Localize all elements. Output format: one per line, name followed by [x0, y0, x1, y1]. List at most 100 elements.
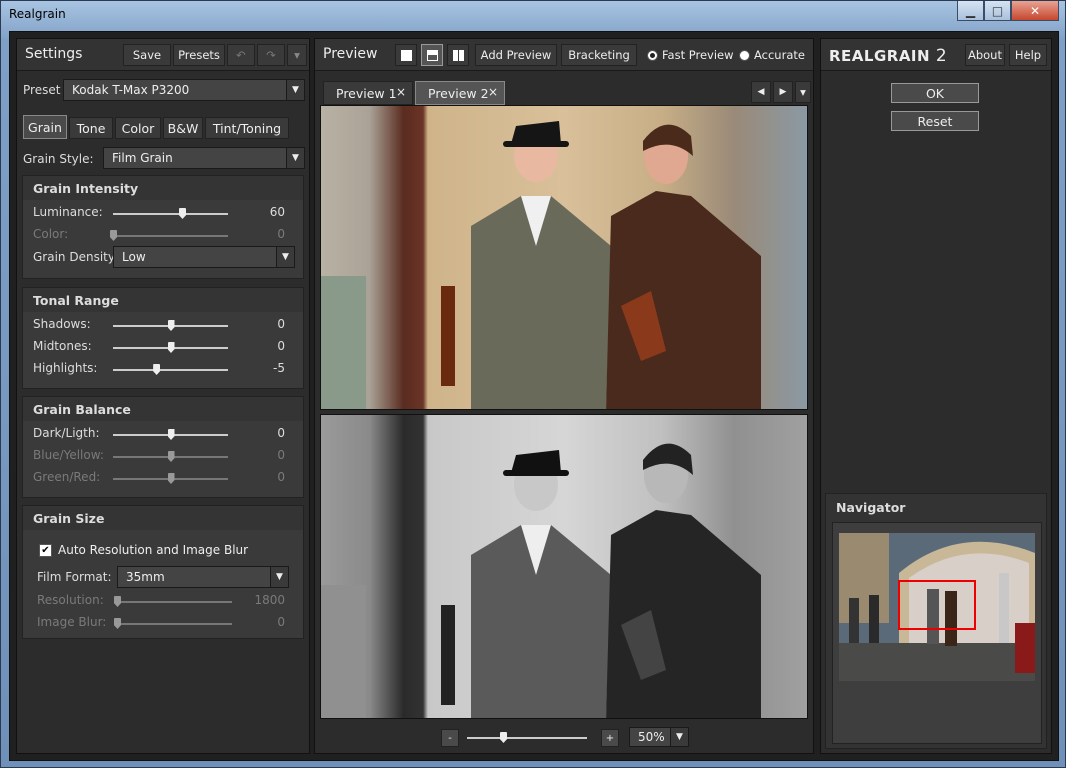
slider-value: 0	[277, 317, 285, 331]
tab-preview-2[interactable]: Preview 2 ×	[415, 81, 505, 105]
slider-thumb	[167, 473, 175, 484]
preview-grain-image[interactable]	[320, 414, 808, 719]
slider-label: Shadows:	[33, 317, 91, 331]
slider-label: Luminance:	[33, 205, 103, 219]
auto-resolution-checkbox[interactable]: ✔	[39, 544, 52, 557]
scroll-right-icon[interactable]: ▶	[773, 81, 793, 103]
navigator-viewport[interactable]	[832, 522, 1042, 744]
save-button[interactable]: Save	[123, 44, 171, 66]
preset-value: Kodak T-Max P3200	[72, 83, 190, 97]
color-slider	[110, 230, 228, 241]
tonal-range-section: Tonal Range Shadows: 0 Midtones: 0 Highl…	[22, 287, 304, 389]
tab-tint-toning[interactable]: Tint/Toning	[205, 117, 289, 139]
zoom-slider[interactable]	[467, 732, 587, 743]
slider-value: 0	[277, 615, 285, 629]
midtones-slider[interactable]	[113, 342, 228, 353]
settings-menu-icon[interactable]: ▾	[287, 44, 307, 66]
brand-name: REALGRAIN	[829, 47, 931, 65]
grain-density-select[interactable]: Low ▼	[113, 246, 295, 268]
slider-thumb[interactable]	[179, 208, 186, 219]
redo-icon[interactable]: ↷	[257, 44, 285, 66]
zoom-in-button[interactable]: +	[601, 729, 619, 747]
preview-header: Preview Add Preview Bracketing Fast Prev…	[315, 39, 813, 71]
slider-thumb	[114, 618, 121, 629]
settings-panel: Settings Save Presets ↶ ↷ ▾ Preset Kodak…	[16, 38, 310, 754]
slider-thumb	[114, 596, 121, 607]
bracketing-button[interactable]: Bracketing	[561, 44, 637, 66]
ok-button[interactable]: OK	[891, 83, 979, 103]
app-window: Realgrain ▁ □ ✕ Settings Save Presets ↶ …	[0, 0, 1066, 768]
maximize-button[interactable]: □	[984, 1, 1011, 21]
tab-tone[interactable]: Tone	[69, 117, 113, 139]
dark-light-slider[interactable]	[113, 429, 228, 440]
presets-button[interactable]: Presets	[173, 44, 225, 66]
slider-value: 60	[269, 205, 285, 219]
split-vertical-icon[interactable]	[447, 44, 469, 66]
about-button[interactable]: About	[965, 44, 1005, 66]
reset-button[interactable]: Reset	[891, 111, 979, 131]
tabs-menu-icon[interactable]: ▾	[795, 81, 811, 103]
right-panel: REALGRAIN 2 About Help OK Reset Navigato…	[820, 38, 1052, 754]
slider-thumb[interactable]	[167, 320, 175, 331]
musicians-photo	[321, 121, 761, 409]
section-title: Grain Size	[23, 506, 303, 530]
green-red-slider-row: Green/Red: 0	[33, 469, 295, 487]
accurate-label: Accurate	[754, 48, 805, 62]
highlights-slider[interactable]	[113, 364, 228, 375]
slider-thumb[interactable]	[167, 342, 175, 353]
settings-title: Settings	[25, 46, 83, 62]
close-icon[interactable]: ×	[488, 85, 498, 99]
slider-thumb[interactable]	[153, 364, 161, 375]
scroll-left-icon[interactable]: ◀	[751, 81, 771, 103]
grain-style-select[interactable]: Film Grain ▼	[103, 147, 305, 169]
film-format-value: 35mm	[126, 570, 165, 584]
single-view-icon[interactable]	[395, 44, 417, 66]
slider-thumb[interactable]	[500, 732, 507, 743]
split-horizontal-icon[interactable]	[421, 44, 443, 66]
grain-style-label: Grain Style:	[23, 152, 94, 166]
luminance-slider[interactable]	[113, 208, 228, 219]
midtones-slider-row: Midtones: 0	[33, 338, 295, 356]
close-button[interactable]: ✕	[1011, 1, 1059, 21]
slider-value: 1800	[254, 593, 285, 607]
tab-label: Preview 1	[336, 86, 397, 101]
grain-density-label: Grain Density	[33, 250, 115, 264]
slider-value: 0	[277, 448, 285, 462]
film-format-label: Film Format:	[37, 570, 112, 584]
accurate-radio[interactable]: Accurate	[739, 48, 805, 62]
preset-select[interactable]: Kodak T-Max P3200 ▼	[63, 79, 305, 101]
close-icon[interactable]: ×	[396, 85, 406, 99]
slider-label: Highlights:	[33, 361, 98, 375]
add-preview-button[interactable]: Add Preview	[475, 44, 557, 66]
section-title: Grain Intensity	[23, 176, 303, 200]
tab-grain[interactable]: Grain	[23, 115, 67, 139]
resolution-slider-row: Resolution: 1800	[37, 592, 299, 610]
chevron-down-icon: ▼	[286, 148, 304, 168]
slider-value: -5	[273, 361, 285, 375]
tab-preview-1[interactable]: Preview 1 ×	[323, 81, 413, 105]
shadows-slider[interactable]	[113, 320, 228, 331]
preview-original-image[interactable]	[320, 105, 808, 410]
grain-size-section: Grain Size ✔ Auto Resolution and Image B…	[22, 505, 304, 639]
zoom-select[interactable]: 50% ▼	[629, 727, 689, 747]
tab-bw[interactable]: B&W	[163, 117, 203, 139]
resolution-slider	[114, 596, 232, 607]
blue-yellow-slider-row: Blue/Yellow: 0	[33, 447, 295, 465]
slider-label: Green/Red:	[33, 470, 101, 484]
shadows-slider-row: Shadows: 0	[33, 316, 295, 334]
grain-intensity-section: Grain Intensity Luminance: 60 Color: 0 G…	[22, 175, 304, 279]
minimize-button[interactable]: ▁	[957, 1, 984, 21]
settings-header: Settings Save Presets ↶ ↷ ▾	[17, 39, 309, 71]
fast-preview-radio[interactable]: Fast Preview	[647, 48, 734, 62]
undo-icon[interactable]: ↶	[227, 44, 255, 66]
zoom-out-button[interactable]: -	[441, 729, 459, 747]
zoom-value: 50%	[638, 730, 665, 744]
tab-color[interactable]: Color	[115, 117, 161, 139]
slider-thumb[interactable]	[167, 429, 175, 440]
green-red-slider	[113, 473, 228, 484]
help-button[interactable]: Help	[1009, 44, 1047, 66]
film-format-select[interactable]: 35mm ▼	[117, 566, 289, 588]
slider-label: Resolution:	[37, 593, 104, 607]
slider-label: Color:	[33, 227, 69, 241]
chevron-down-icon: ▼	[286, 80, 304, 100]
